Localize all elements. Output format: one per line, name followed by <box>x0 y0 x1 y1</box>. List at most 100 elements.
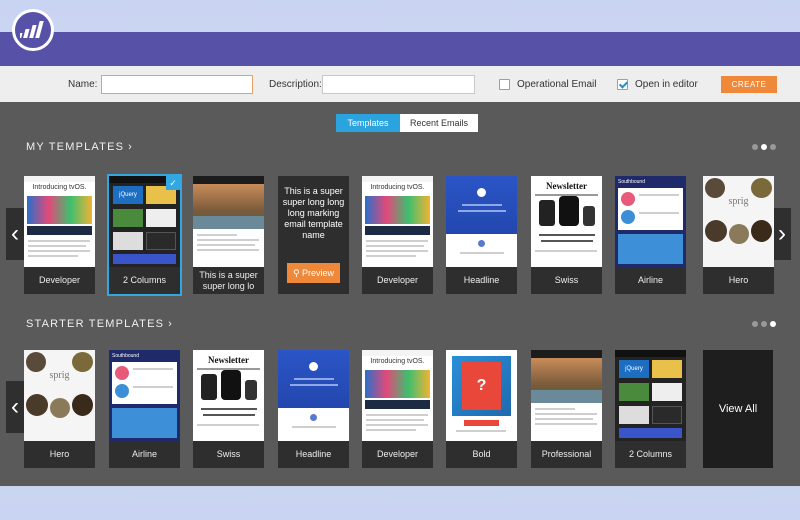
preview-button-label: Preview <box>302 268 335 278</box>
template-name-caption: Bold <box>472 449 491 459</box>
preview-button[interactable]: ⚲ Preview <box>287 263 340 283</box>
template-name-caption: 2 Columns <box>628 449 673 459</box>
starter-template-card[interactable]: Introducing tvOS. Developer <box>362 350 433 468</box>
thumb-jquery-text: jQuery <box>619 360 649 378</box>
operational-email-label: Operational Email <box>517 79 597 90</box>
description-input[interactable] <box>322 75 475 94</box>
page-dot-active[interactable] <box>770 321 776 327</box>
template-thumbnail: Introducing tvOS. <box>362 176 433 267</box>
template-name-overlay: This is a super super long long long mar… <box>282 186 345 240</box>
thumb-heading: Introducing tvOS. <box>370 358 425 365</box>
template-thumbnail: Introducing tvOS. <box>24 176 95 267</box>
my-template-card[interactable]: This is a super super long lo <box>193 176 264 294</box>
my-template-card[interactable]: This is a super super long long long mar… <box>278 176 349 294</box>
starter-templates-heading[interactable]: STARTER TEMPLATES › <box>26 318 173 330</box>
starter-template-card[interactable]: jQuery 2 Columns <box>615 350 686 468</box>
template-thumbnail: Newsletter <box>193 350 264 441</box>
open-in-editor-label: Open in editor <box>635 79 698 90</box>
template-name-caption: Hero <box>728 275 749 285</box>
my-template-card[interactable]: jQuery 2 Columns ✓ <box>107 174 182 296</box>
operational-email-checkbox[interactable] <box>499 79 510 90</box>
app-logo <box>12 9 54 51</box>
template-thumbnail <box>531 350 602 441</box>
open-in-editor-checkbox[interactable] <box>617 79 628 90</box>
starter-template-card[interactable]: ? Bold <box>446 350 517 468</box>
starter-template-card[interactable]: Headline <box>278 350 349 468</box>
view-all-button[interactable]: View All <box>703 350 773 468</box>
starter-templates-prev-arrow[interactable]: ‹ <box>6 381 24 433</box>
chevron-left-icon: ‹ <box>11 220 19 247</box>
my-template-card[interactable]: sprig Hero <box>703 176 774 294</box>
template-thumbnail: Newsletter <box>531 176 602 267</box>
create-button[interactable]: CREATE <box>721 76 777 93</box>
name-input[interactable] <box>101 75 253 94</box>
template-name-caption: Developer <box>376 449 419 459</box>
template-name-caption: Professional <box>541 449 592 459</box>
thumb-jquery-text: jQuery <box>113 186 143 204</box>
thumb-newsletter-title: Newsletter <box>546 181 587 191</box>
tab-templates[interactable]: Templates <box>336 114 400 132</box>
template-name-caption: Developer <box>38 275 81 285</box>
template-name-caption: Headline <box>295 449 332 459</box>
template-thumbnail: Introducing tvOS. <box>362 350 433 441</box>
thumb-newsletter-title: Newsletter <box>208 355 249 365</box>
template-thumbnail <box>278 350 349 441</box>
template-thumbnail: Southbound <box>615 176 686 267</box>
header-bar <box>0 32 800 66</box>
template-name-caption: Headline <box>463 275 500 285</box>
thumb-southbound-text: Southbound <box>618 179 645 185</box>
name-label: Name: <box>68 79 98 90</box>
starter-template-card[interactable]: Newsletter Swiss <box>193 350 264 468</box>
search-icon: ⚲ <box>292 268 300 278</box>
template-thumbnail: jQuery <box>615 350 686 441</box>
thumb-southbound-text: Southbound <box>112 353 139 359</box>
page-dot[interactable] <box>770 144 776 150</box>
thumb-bold-glyph: ? <box>462 362 501 410</box>
template-thumbnail <box>193 176 264 267</box>
email-form-bar: Name: Description: Operational Email Ope… <box>0 66 800 102</box>
my-template-card[interactable]: Newsletter Swiss <box>531 176 602 294</box>
my-templates-heading[interactable]: MY TEMPLATES › <box>26 141 133 153</box>
my-template-card[interactable]: Headline <box>446 176 517 294</box>
page-dot[interactable] <box>752 321 758 327</box>
chevron-right-icon: › <box>168 318 174 330</box>
chevron-left-icon: ‹ <box>11 393 19 420</box>
template-name-caption: Airline <box>131 449 157 459</box>
template-thumbnail: sprig <box>24 350 95 441</box>
chevron-right-icon: › <box>778 220 786 247</box>
starter-templates-title: STARTER TEMPLATES <box>26 318 165 330</box>
bar-chart-logo-icon <box>20 21 44 38</box>
view-toggle: Templates Recent Emails <box>336 114 479 132</box>
tab-recent-emails[interactable]: Recent Emails <box>400 114 479 132</box>
starter-template-card[interactable]: Southbound Airline <box>109 350 180 468</box>
my-template-card[interactable]: Southbound Airline <box>615 176 686 294</box>
template-name-caption: Swiss <box>554 275 579 285</box>
template-thumbnail <box>446 176 517 267</box>
template-thumbnail: Southbound <box>109 350 180 441</box>
my-templates-next-arrow[interactable]: › <box>773 208 791 260</box>
my-templates-prev-arrow[interactable]: ‹ <box>6 208 24 260</box>
template-thumbnail: ? <box>446 350 517 441</box>
checkmark-icon: ✓ <box>166 176 180 190</box>
thumb-heading: Introducing tvOS. <box>32 184 87 191</box>
thumb-sprig-text: sprig <box>728 196 749 207</box>
thumb-sprig-text: sprig <box>49 370 70 381</box>
my-templates-pagination <box>752 144 776 150</box>
my-template-card[interactable]: Introducing tvOS. Developer <box>24 176 95 294</box>
my-template-card[interactable]: Introducing tvOS. Developer <box>362 176 433 294</box>
my-templates-title: MY TEMPLATES <box>26 141 125 153</box>
starter-template-card[interactable]: sprig Hero <box>24 350 95 468</box>
thumb-heading: Introducing tvOS. <box>370 184 425 191</box>
template-thumbnail: sprig <box>703 176 774 267</box>
page-dot[interactable] <box>761 321 767 327</box>
page-dot[interactable] <box>752 144 758 150</box>
template-name-caption: This is a super super long lo <box>199 270 258 291</box>
starter-template-card[interactable]: Professional <box>531 350 602 468</box>
description-label: Description: <box>269 79 322 90</box>
page-dot-active[interactable] <box>761 144 767 150</box>
template-name-caption: 2 Columns <box>122 275 167 285</box>
chevron-right-icon: › <box>128 141 134 153</box>
starter-templates-pagination <box>752 321 776 327</box>
template-name-caption: Hero <box>49 449 70 459</box>
template-name-caption: Airline <box>637 275 663 285</box>
